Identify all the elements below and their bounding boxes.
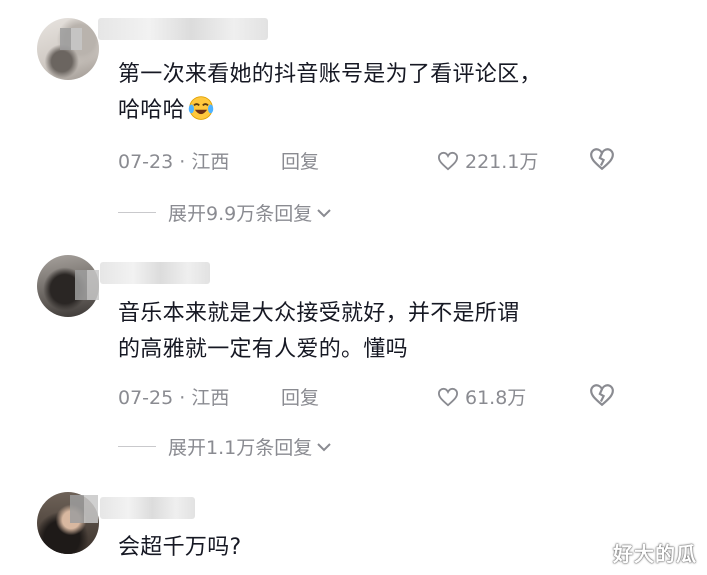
comment-text-line: 哈哈哈 [118,93,542,129]
comment-text-line: 第一次来看她的抖音账号是为了看评论区， [118,62,542,87]
expand-replies-button[interactable]: 展开9.9万条回复 [118,199,332,226]
expand-replies-label: 展开1.1万条回复 [168,437,313,459]
chevron-down-icon [317,442,331,451]
username-blurred[interactable] [98,18,268,40]
broken-heart-icon [590,148,614,171]
dislike-button[interactable] [589,383,615,411]
username-blurred[interactable] [100,262,210,284]
pixelation-overlay [70,495,98,523]
like-button[interactable]: 221.1万 [437,147,538,174]
heart-outline-icon [437,387,459,406]
reply-button[interactable]: 回复 [281,383,319,410]
like-count: 221.1万 [465,151,539,173]
laughing-tears-emoji-icon [188,96,214,120]
comment-text-line: 的高雅就一定有人爱的。懂吗 [118,337,408,362]
divider-line [118,446,156,447]
chevron-down-icon [317,208,331,217]
watermark: 好大的瓜 [613,542,697,566]
comment-text-line: 会超千万吗? [118,535,242,560]
expand-replies-label: 展开9.9万条回复 [168,203,313,225]
comment-text: 第一次来看她的抖音账号是为了看评论区， 哈哈哈 [118,57,542,129]
username-blurred[interactable] [100,497,195,519]
comment-date-location: 07-23 · 江西 [118,151,230,173]
like-count: 61.8万 [465,387,527,409]
dislike-button[interactable] [589,147,615,175]
broken-heart-icon [590,384,614,407]
divider-line [118,212,156,213]
pixelation-overlay [60,28,82,50]
comment-text: 音乐本来就是大众接受就好，并不是所谓 的高雅就一定有人爱的。懂吗 [118,296,519,368]
heart-outline-icon [437,151,459,170]
comment-text: 会超千万吗? [118,530,241,566]
reply-button[interactable]: 回复 [281,147,319,174]
expand-replies-button[interactable]: 展开1.1万条回复 [118,433,332,460]
pixelation-overlay [75,270,99,300]
like-button[interactable]: 61.8万 [437,383,526,410]
comment-date-location: 07-25 · 江西 [118,387,230,409]
comment-text-line: 音乐本来就是大众接受就好，并不是所谓 [118,301,520,326]
comment-text-fragment: 哈哈哈 [118,98,185,123]
